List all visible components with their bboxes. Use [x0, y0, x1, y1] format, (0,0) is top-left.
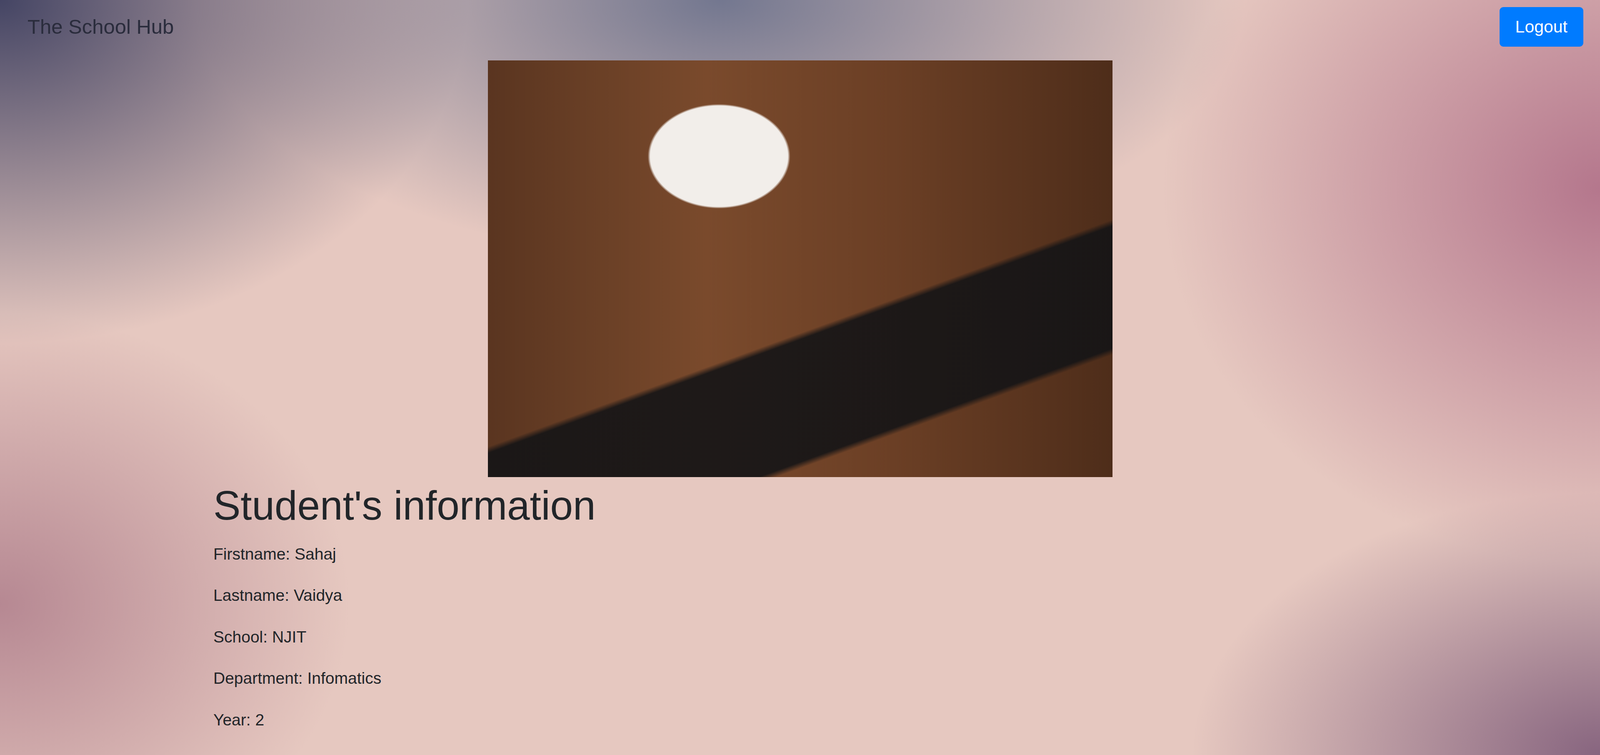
info-heading: Student's information	[213, 481, 1387, 531]
desk-photo	[487, 60, 1113, 478]
navbar: The School Hub Logout	[0, 0, 1600, 54]
info-field: Year: 2	[213, 707, 1387, 733]
navbar-brand[interactable]: The School Hub	[27, 15, 174, 39]
info-field: Lastname: Vaidya	[213, 583, 1387, 608]
info-field: School: NJIT	[213, 625, 1387, 650]
info-field: Firstname: Sahaj	[213, 542, 1387, 567]
student-info: Student's information Firstname: Sahaj Las…	[0, 477, 1600, 750]
info-field: Department: Infomatics	[213, 666, 1387, 691]
page: The School Hub Logout Student's informatio…	[0, 0, 1600, 755]
logout-button[interactable]: Logout	[1499, 7, 1584, 47]
main-content: Student's information Firstname: Sahaj Las…	[0, 53, 1600, 750]
